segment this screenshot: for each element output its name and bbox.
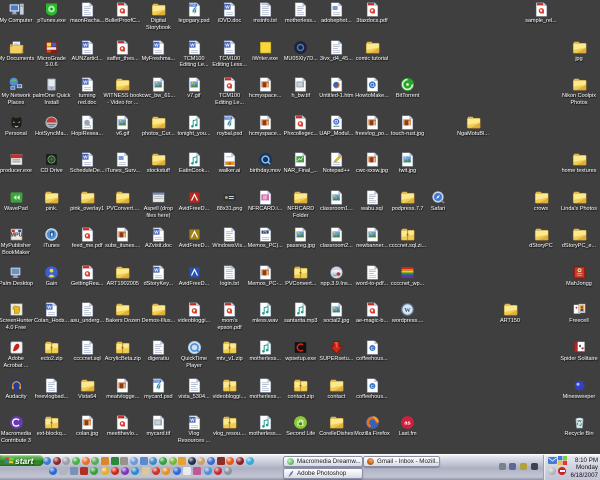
svg-text:W: W [154, 230, 159, 235]
svg-text:W: W [404, 307, 411, 314]
svg-text:PSD: PSD [190, 3, 196, 7]
svg-text:W: W [83, 42, 88, 47]
svg-text:W: W [47, 305, 52, 310]
svg-text:W: W [154, 267, 159, 272]
svg-text:W: W [225, 42, 230, 47]
svg-text:W: W [190, 418, 195, 423]
svg-text:W: W [154, 42, 159, 47]
svg-text:W: W [190, 42, 195, 47]
svg-text:W: W [225, 5, 230, 10]
svg-text:W: W [83, 80, 88, 85]
svg-text:MPU: MPU [10, 233, 22, 239]
svg-text:PSD: PSD [225, 116, 231, 120]
svg-text:PSD: PSD [154, 379, 160, 383]
svg-text:as: as [404, 421, 410, 427]
svg-text:W: W [83, 155, 88, 160]
svg-text:ai: ai [229, 162, 232, 166]
svg-text:PIV: PIV [263, 230, 267, 234]
